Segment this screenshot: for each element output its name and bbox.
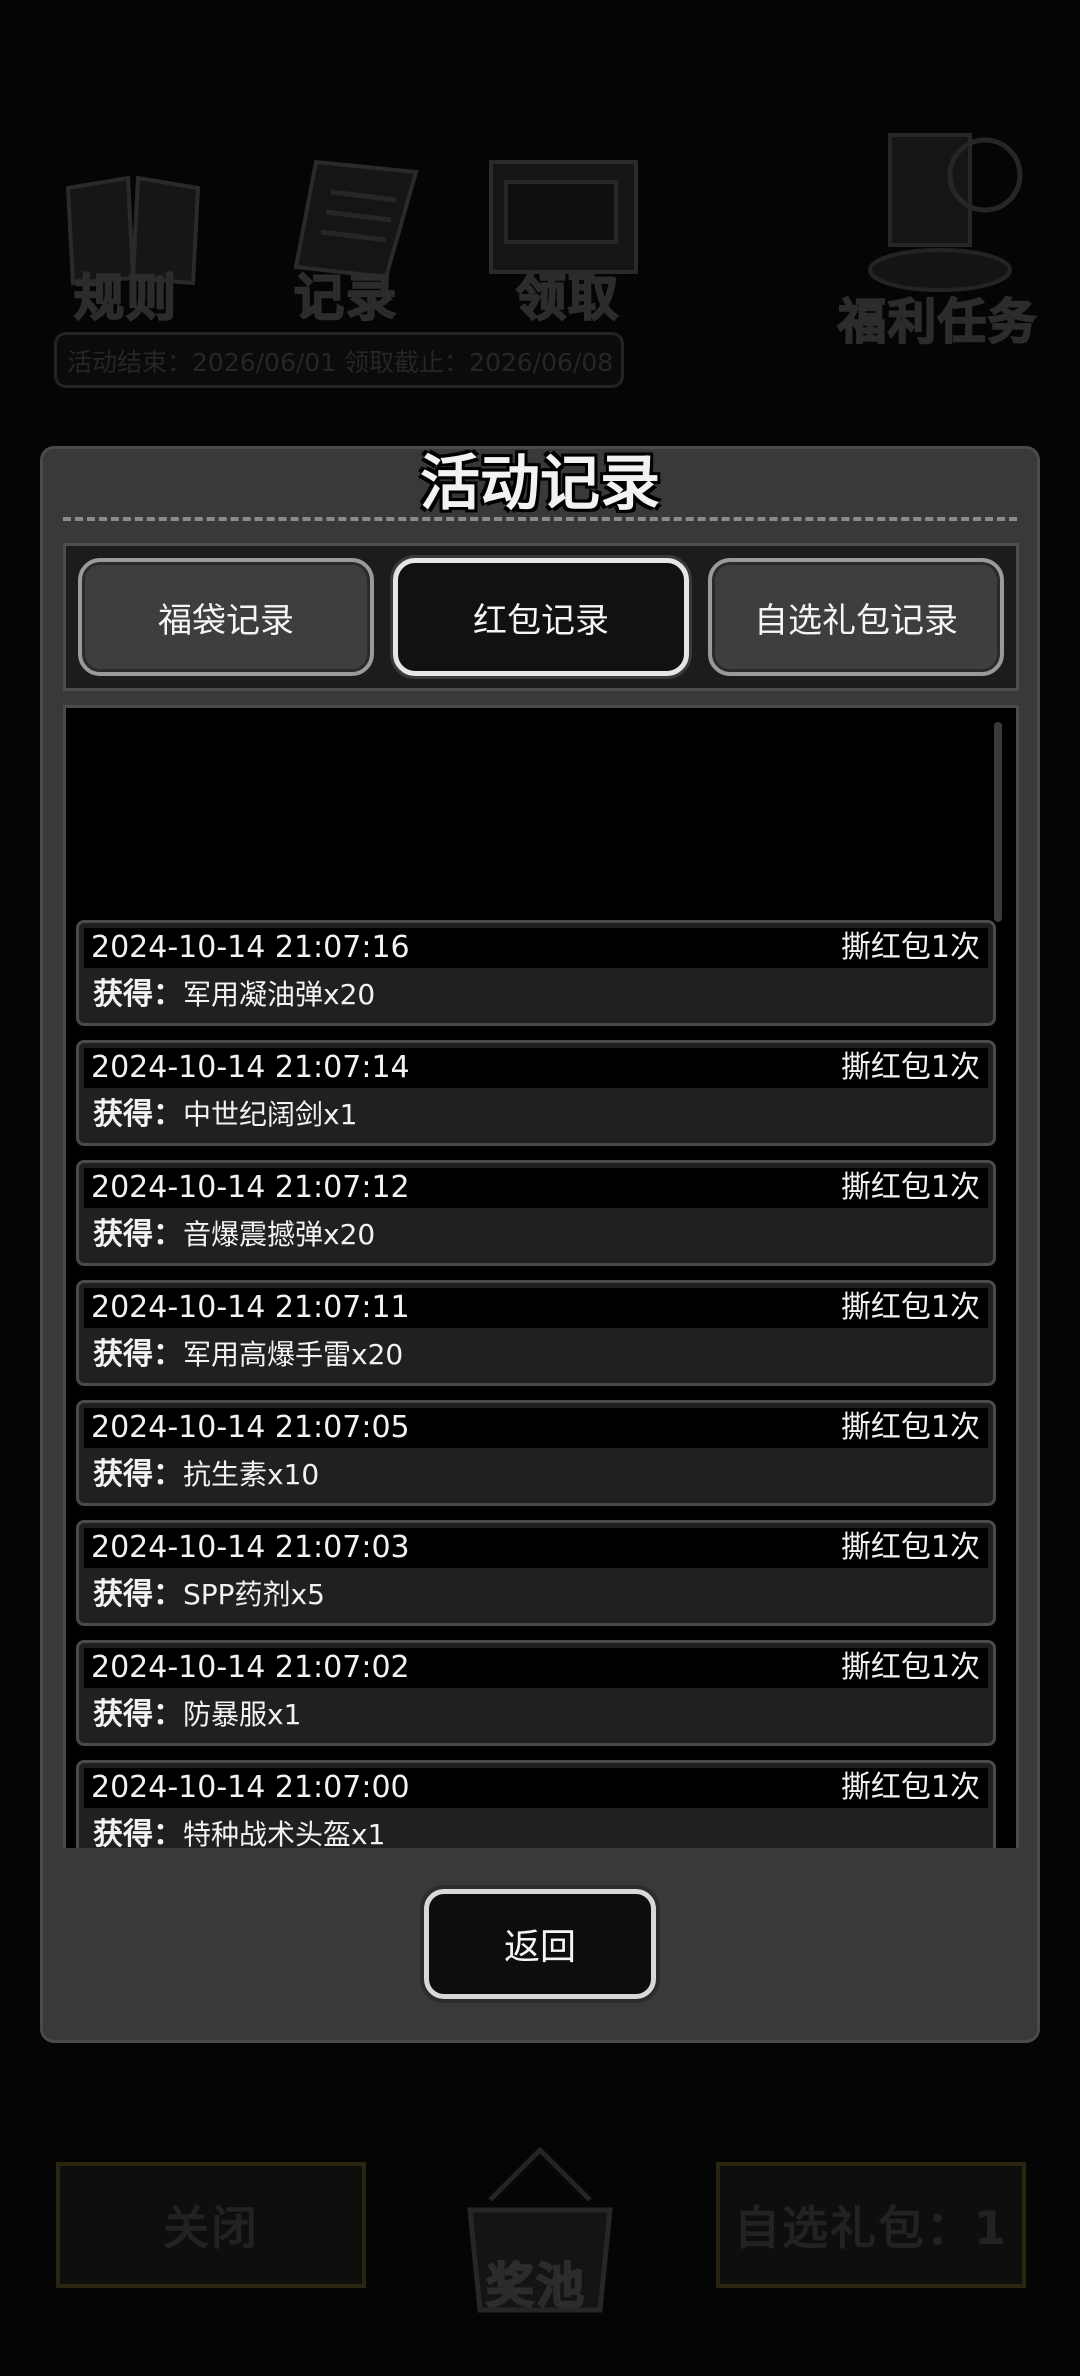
modal-title: 活动记录 (420, 449, 660, 519)
reward-item: 抗生素x10 (183, 1458, 320, 1491)
obtain-separator: ： (153, 1697, 183, 1732)
record-tabs: 福袋记录 红包记录 自选礼包记录 (63, 543, 1019, 691)
list-item: 2024-10-14 21:07:12 撕红包1次获得：音爆震撼弹x20 (76, 1160, 996, 1266)
record-time: 2024-10-14 21:07:11 (91, 1290, 410, 1325)
obtain-separator: ： (153, 1217, 183, 1252)
claim-label: 领取 (515, 268, 620, 328)
record-header: 2024-10-14 21:07:02 撕红包1次 (84, 1648, 988, 1688)
record-header: 2024-10-14 21:07:12 撕红包1次 (84, 1168, 988, 1208)
record-time: 2024-10-14 21:07:00 (91, 1770, 410, 1805)
record-action: 撕红包1次 (840, 1290, 980, 1325)
list-item: 2024-10-14 21:07:05 撕红包1次获得：抗生素x10 (76, 1400, 996, 1506)
record-action: 撕红包1次 (840, 1530, 980, 1565)
records-label: 记录 (293, 268, 398, 328)
record-reward: 获得：抗生素x10 (93, 1453, 319, 1497)
record-time: 2024-10-14 21:07:16 (91, 930, 410, 965)
list-item: 2024-10-14 21:07:03 撕红包1次获得：SPP药剂x5 (76, 1520, 996, 1626)
record-header: 2024-10-14 21:07:14 撕红包1次 (84, 1048, 988, 1088)
obtain-label: 获得 (93, 1697, 153, 1732)
record-action: 撕红包1次 (840, 1770, 980, 1805)
obtain-label: 获得 (93, 1577, 153, 1612)
obtain-label: 获得 (93, 1097, 153, 1132)
record-action: 撕红包1次 (840, 1650, 980, 1685)
record-reward: 获得：军用凝油弹x20 (93, 973, 375, 1017)
target-icon (860, 130, 1030, 304)
obtain-separator: ： (153, 1337, 183, 1372)
record-header: 2024-10-14 21:07:16 撕红包1次 (84, 928, 988, 968)
record-time: 2024-10-14 21:07:14 (91, 1050, 410, 1085)
event-dates: 活动结束：2026/06/01 领取截止：2026/06/08 (54, 332, 624, 388)
record-reward: 获得：中世纪阔剑x1 (93, 1093, 357, 1137)
record-time: 2024-10-14 21:07:05 (91, 1410, 410, 1445)
list-item: 2024-10-14 21:07:14 撕红包1次获得：中世纪阔剑x1 (76, 1040, 996, 1146)
obtain-separator: ： (153, 1577, 183, 1612)
reward-item: 军用凝油弹x20 (183, 978, 376, 1011)
list-scrollbar[interactable] (994, 722, 1002, 922)
record-action: 撕红包1次 (840, 1050, 980, 1085)
record-action: 撕红包1次 (840, 1170, 980, 1205)
obtain-label: 获得 (93, 977, 153, 1012)
record-header: 2024-10-14 21:07:03 撕红包1次 (84, 1528, 988, 1568)
obtain-label: 获得 (93, 1817, 153, 1848)
record-header: 2024-10-14 21:07:05 撕红包1次 (84, 1408, 988, 1448)
record-list[interactable]: 2024-10-14 21:07:16 撕红包1次 获得：军用凝油弹x20 2024-… (63, 705, 1019, 1848)
record-header: 2024-10-14 21:07:11 撕红包1次 (84, 1288, 988, 1328)
rules-label: 规则 (73, 268, 178, 328)
welfare-task-label: 福利任务 (837, 293, 1039, 351)
reward-item: 防暴服x1 (183, 1698, 302, 1731)
record-action: 撕红包1次 (840, 1410, 980, 1445)
record-time: 2024-10-14 21:07:02 (91, 1650, 410, 1685)
tab-optional-gift-records[interactable]: 自选礼包记录 (708, 558, 1004, 676)
record-action: 撕红包1次 (840, 930, 980, 965)
obtain-separator: ： (153, 977, 183, 1012)
reward-item: 军用高爆手雷x20 (183, 1338, 404, 1371)
obtain-separator: ： (153, 1097, 183, 1132)
obtain-label: 获得 (93, 1217, 153, 1252)
record-reward: 获得：防暴服x1 (93, 1693, 301, 1737)
record-reward: 获得：音爆震撼弹x20 (93, 1213, 375, 1257)
list-item: 2024-10-14 21:07:00 撕红包1次获得：特种战术头盔x1 (76, 1760, 996, 1848)
record-reward: 获得：特种战术头盔x1 (93, 1813, 385, 1848)
reward-item: 特种战术头盔x1 (183, 1818, 386, 1848)
close-button[interactable]: 关闭 (56, 2162, 366, 2288)
reward-item: SPP药剂x5 (183, 1578, 325, 1611)
record-reward: 获得：军用高爆手雷x20 (93, 1333, 403, 1377)
tab-lucky-bag-records[interactable]: 福袋记录 (78, 558, 374, 676)
activity-record-modal: 活动记录 福袋记录 红包记录 自选礼包记录 2024-10-14 21:07:1… (40, 446, 1040, 2043)
record-time: 2024-10-14 21:07:03 (91, 1530, 410, 1565)
reward-item: 音爆震撼弹x20 (183, 1218, 376, 1251)
title-divider (63, 517, 1017, 521)
tab-red-packet-records[interactable]: 红包记录 (393, 558, 689, 676)
record-time: 2024-10-14 21:07:12 (91, 1170, 410, 1205)
list-item: 2024-10-14 21:07:11 撕红包1次获得：军用高爆手雷x20 (76, 1280, 996, 1386)
obtain-label: 获得 (93, 1337, 153, 1372)
list-item: 2024-10-14 21:07:16 撕红包1次获得：军用凝油弹x20 (76, 920, 996, 1026)
reward-item: 中世纪阔剑x1 (183, 1098, 358, 1131)
back-button[interactable]: 返回 (424, 1889, 656, 1999)
optional-gift-button[interactable]: 自选礼包：1 (716, 2162, 1026, 2288)
obtain-separator: ： (153, 1817, 183, 1848)
prize-pool-label[interactable]: 奖池 (485, 2246, 586, 2316)
list-item: 2024-10-14 21:07:02 撕红包1次获得：防暴服x1 (76, 1640, 996, 1746)
obtain-separator: ： (153, 1457, 183, 1492)
obtain-label: 获得 (93, 1457, 153, 1492)
record-header: 2024-10-14 21:07:00 撕红包1次 (84, 1768, 988, 1808)
record-reward: 获得：SPP药剂x5 (93, 1573, 325, 1617)
